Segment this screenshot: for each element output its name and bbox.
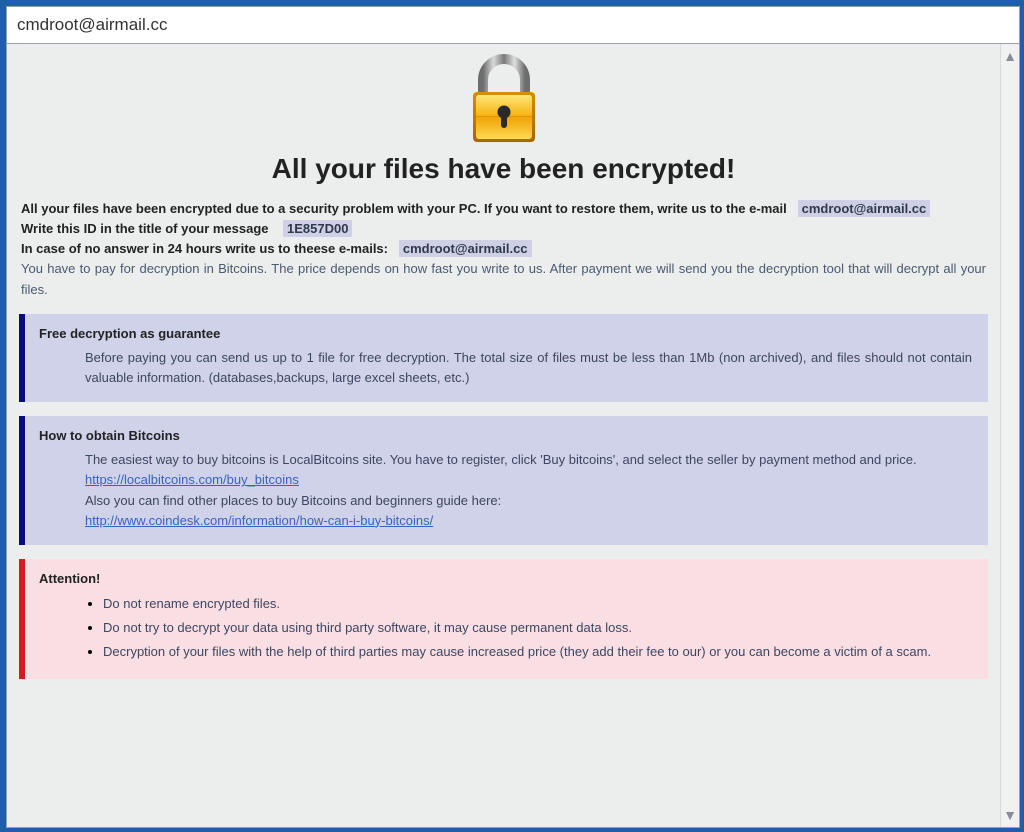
obtain-title: How to obtain Bitcoins — [39, 426, 972, 446]
obtain-line-1: The easiest way to buy bitcoins is Local… — [85, 452, 917, 467]
content-pane: All your files have been encrypted! All … — [7, 44, 1000, 827]
attention-list: Do not rename encrypted files. Do not tr… — [85, 593, 972, 662]
guarantee-title: Free decryption as guarantee — [39, 324, 972, 344]
intro-line-1: All your files have been encrypted due t… — [21, 199, 986, 219]
obtain-line-2: Also you can find other places to buy Bi… — [85, 493, 501, 508]
lock-icon-wrap — [15, 44, 992, 151]
intro-block: All your files have been encrypted due t… — [15, 199, 992, 300]
obtain-body: The easiest way to buy bitcoins is Local… — [43, 450, 972, 531]
intro-line-3: In case of no answer in 24 hours write u… — [21, 239, 986, 259]
coindesk-link[interactable]: http://www.coindesk.com/information/how-… — [85, 513, 433, 528]
obtain-bitcoins-panel: How to obtain Bitcoins The easiest way t… — [19, 416, 988, 545]
intro-line-1-text: All your files have been encrypted due t… — [21, 201, 787, 216]
padlock-icon — [459, 50, 549, 146]
intro-line-2-text: Write this ID in the title of your messa… — [21, 221, 269, 236]
guarantee-panel: Free decryption as guarantee Before payi… — [19, 314, 988, 402]
guarantee-body: Before paying you can send us up to 1 fi… — [43, 348, 972, 388]
client-area: All your files have been encrypted! All … — [7, 44, 1019, 827]
contact-email-1: cmdroot@airmail.cc — [798, 200, 931, 217]
attention-body: Do not rename encrypted files. Do not tr… — [43, 593, 972, 662]
attention-item: Do not rename encrypted files. — [103, 593, 972, 614]
window-titlebar: cmdroot@airmail.cc — [7, 7, 1019, 44]
scroll-down-arrow-icon[interactable]: ▼ — [1003, 803, 1017, 827]
intro-line-3-text: In case of no answer in 24 hours write u… — [21, 241, 388, 256]
attention-title: Attention! — [39, 569, 972, 589]
vertical-scrollbar[interactable]: ▲ ▼ — [1000, 44, 1019, 827]
localbitcoins-link[interactable]: https://localbitcoins.com/buy_bitcoins — [85, 472, 299, 487]
page-title: All your files have been encrypted! — [15, 153, 992, 185]
attention-item: Do not try to decrypt your data using th… — [103, 617, 972, 638]
window-title: cmdroot@airmail.cc — [17, 15, 167, 35]
scroll-up-arrow-icon[interactable]: ▲ — [1003, 44, 1017, 68]
attention-item: Decryption of your files with the help o… — [103, 641, 972, 662]
contact-email-2: cmdroot@airmail.cc — [399, 240, 532, 257]
payment-line: You have to pay for decryption in Bitcoi… — [21, 259, 986, 299]
app-window: cmdroot@airmail.cc — [6, 6, 1020, 828]
victim-id: 1E857D00 — [283, 220, 352, 237]
intro-line-2: Write this ID in the title of your messa… — [21, 219, 986, 239]
outer-frame: cmdroot@airmail.cc — [0, 0, 1024, 832]
attention-panel: Attention! Do not rename encrypted files… — [19, 559, 988, 680]
